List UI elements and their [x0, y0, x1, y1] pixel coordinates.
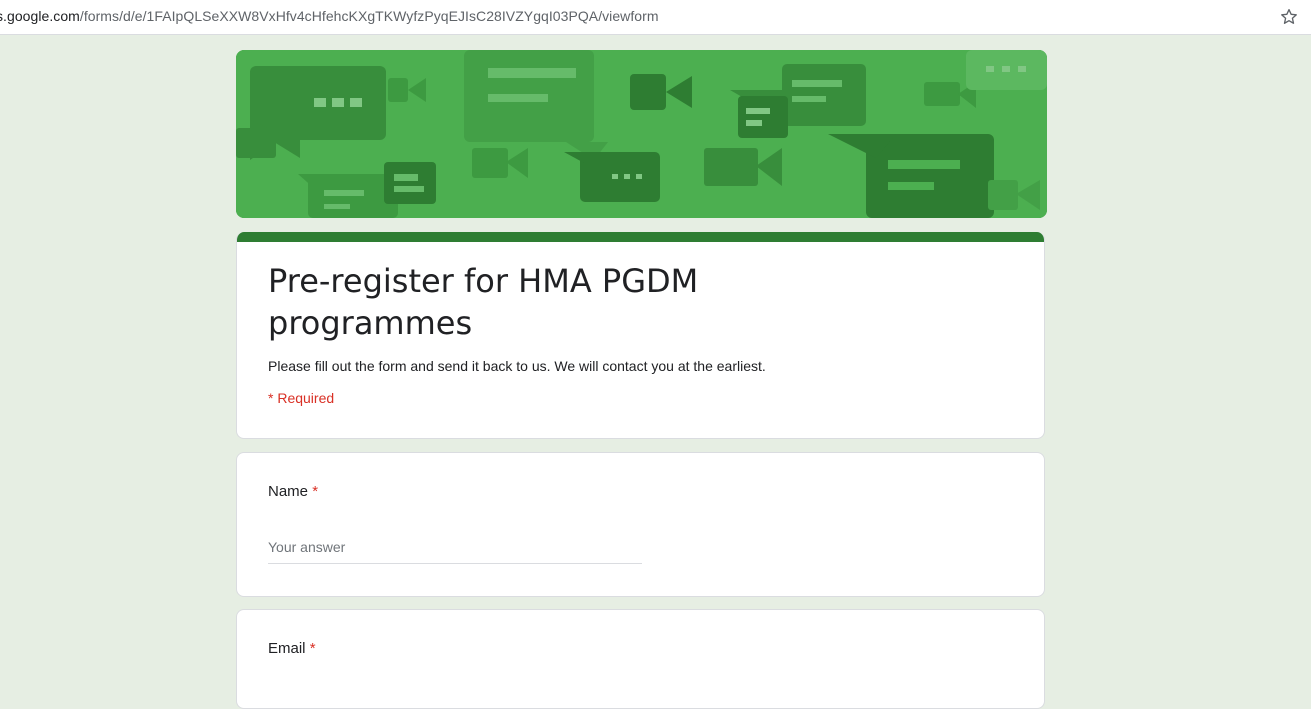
question-label: Email *	[268, 640, 316, 657]
star-icon[interactable]	[1279, 7, 1299, 27]
required-asterisk: *	[309, 640, 316, 657]
banner-pattern	[236, 50, 1047, 218]
name-input[interactable]	[268, 531, 642, 564]
url-path: /forms/d/e/1FAIpQLSeXXW8VxHfv4cHfehcKXgT…	[79, 8, 659, 24]
url-text[interactable]: s.google.com/forms/d/e/1FAIpQLSeXXW8VxHf…	[0, 8, 659, 24]
question-card-name: Name *	[236, 452, 1045, 597]
required-note: * Required	[268, 390, 335, 406]
required-asterisk: *	[312, 483, 319, 500]
url-host: s.google.com	[0, 8, 80, 24]
question-label-text: Email	[268, 640, 306, 657]
address-bar[interactable]: s.google.com/forms/d/e/1FAIpQLSeXXW8VxHf…	[0, 0, 1311, 35]
header-accent-bar	[237, 232, 1044, 242]
question-label: Name *	[268, 483, 318, 500]
form-description: Please fill out the form and send it bac…	[268, 358, 766, 374]
form-title: Pre-register for HMA PGDM programmes	[268, 262, 699, 342]
question-label-text: Name	[268, 483, 309, 500]
form-header-card: Pre-register for HMA PGDM programmes Ple…	[236, 232, 1045, 439]
question-card-email: Email *	[236, 609, 1045, 709]
form-page: Pre-register for HMA PGDM programmes Ple…	[0, 35, 1311, 709]
header-banner	[236, 50, 1047, 218]
